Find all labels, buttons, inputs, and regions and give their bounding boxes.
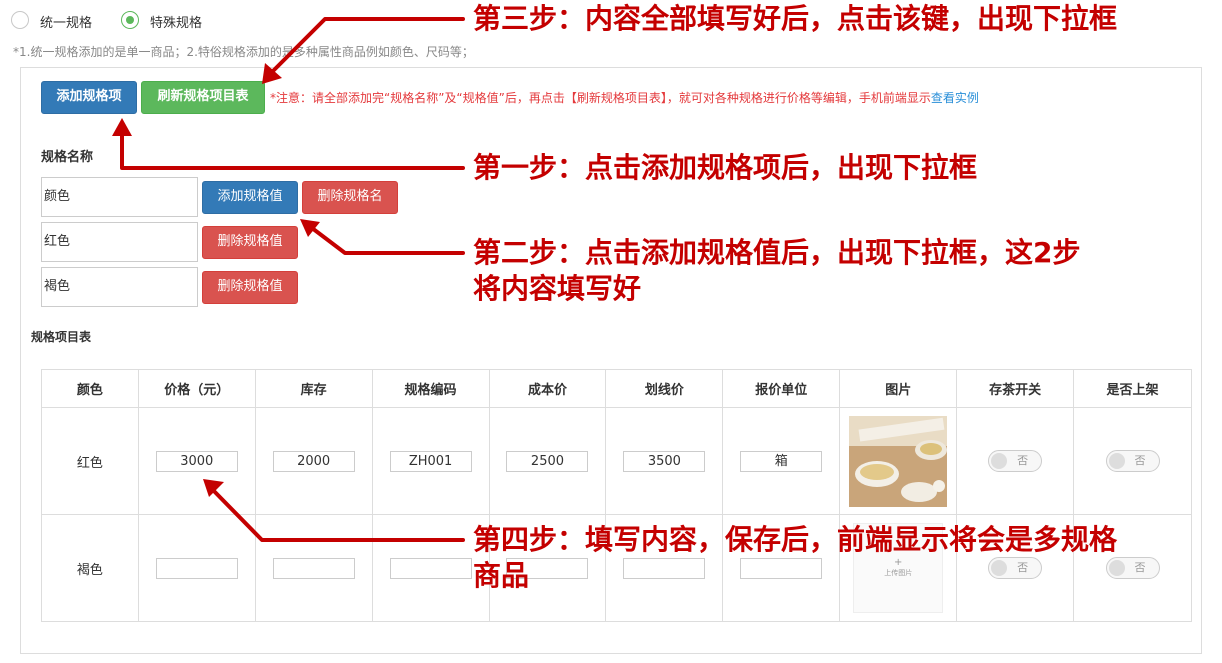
step3-callout: 第三步：内容全部填写好后，点击该键，出现下拉框 [473,2,1118,35]
arrowhead-icon [203,479,224,497]
step4-callout-line2: 商品 [473,559,530,592]
arrowhead-icon [112,118,132,136]
step3-arrow [266,17,465,78]
step1-callout: 第一步：点击添加规格项后，出现下拉框 [473,151,978,184]
step4-arrow [208,485,465,542]
step2-arrow [306,223,465,255]
step1-arrow [120,125,465,170]
step2-callout-line2: 将内容填写好 [473,272,642,305]
annotation-arrows [112,17,465,542]
step4-callout-line1: 第四步：填写内容，保存后，前端显示将会是多规格 [473,523,1118,556]
step2-callout-line1: 第二步：点击添加规格值后，出现下拉框，这2步 [473,236,1081,269]
